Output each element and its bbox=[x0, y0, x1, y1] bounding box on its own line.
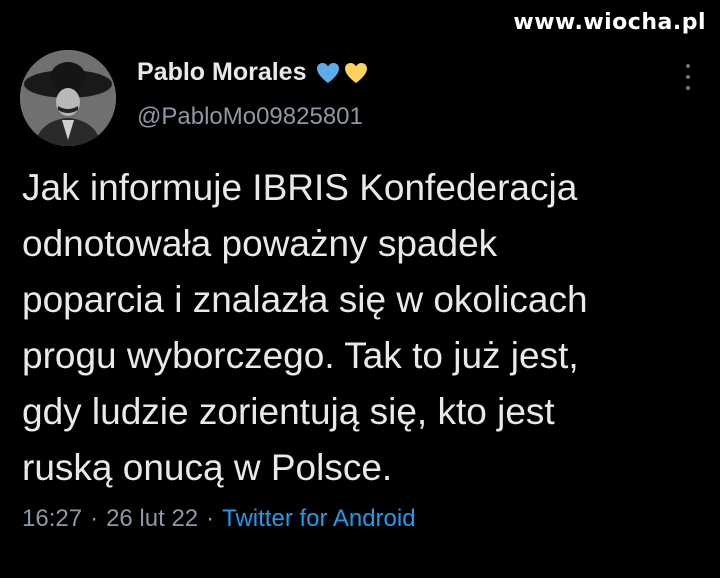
user-handle[interactable]: @PabloMo09825801 bbox=[137, 103, 363, 131]
name-row: Pablo Morales bbox=[137, 58, 369, 87]
yellow-heart-icon bbox=[344, 62, 367, 83]
meta-separator: · bbox=[206, 505, 215, 532]
avatar[interactable] bbox=[20, 50, 116, 146]
meta-separator: · bbox=[90, 505, 99, 532]
more-dot bbox=[686, 86, 690, 90]
watermark: www.wiocha.pl bbox=[513, 10, 706, 35]
avatar-photo bbox=[20, 50, 116, 146]
tweet-source-link[interactable]: Twitter for Android bbox=[222, 505, 415, 533]
display-name[interactable]: Pablo Morales bbox=[137, 58, 307, 87]
more-dot bbox=[686, 64, 690, 68]
more-vertical-icon[interactable] bbox=[684, 64, 692, 90]
more-dot bbox=[686, 75, 690, 79]
tweet-meta: 16:27 · 26 lut 22 · Twitter for Android bbox=[22, 505, 416, 533]
tweet-date[interactable]: 26 lut 22 bbox=[106, 505, 198, 533]
tweet-text: Jak informuje IBRIS Konfederacja odnotow… bbox=[22, 167, 588, 488]
tweet-time[interactable]: 16:27 bbox=[22, 505, 82, 533]
blue-heart-icon bbox=[316, 62, 339, 83]
profile-badges bbox=[315, 61, 369, 85]
